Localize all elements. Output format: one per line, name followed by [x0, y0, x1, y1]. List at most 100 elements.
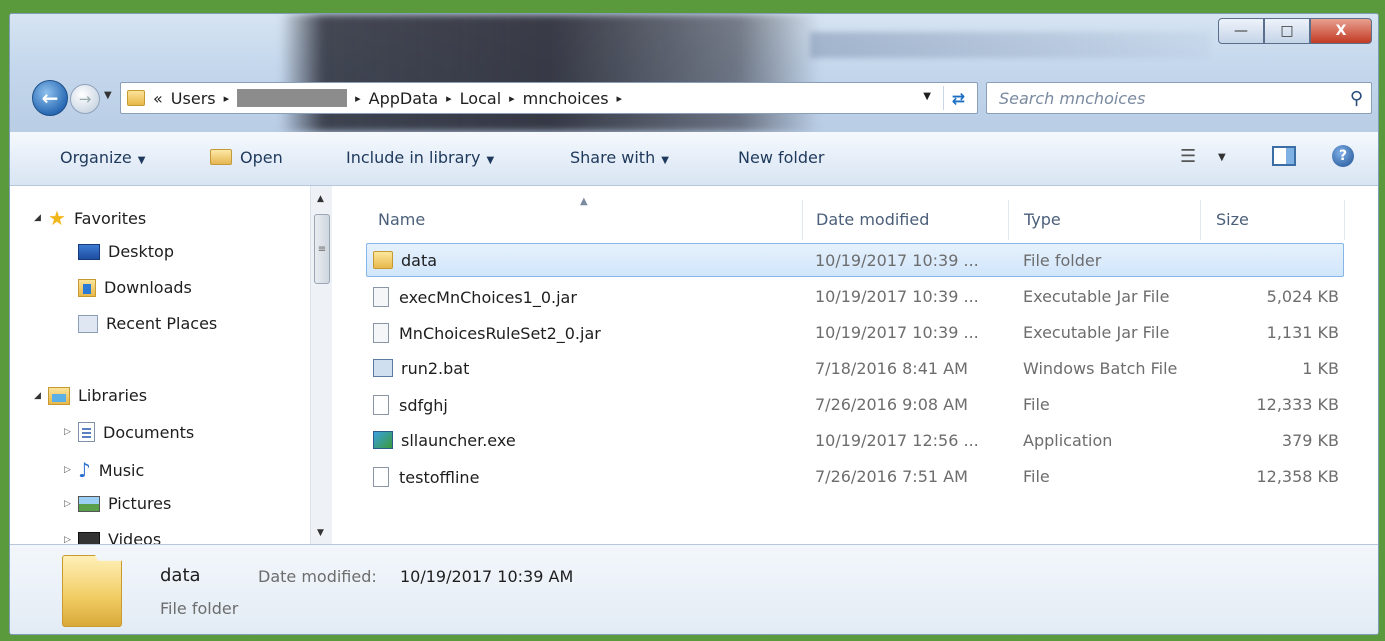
collapse-arrow-icon[interactable]: ▷	[64, 465, 78, 475]
column-header-date-modified[interactable]: Date modified	[816, 210, 929, 229]
music-icon: ♪	[78, 458, 91, 482]
column-divider[interactable]	[1200, 200, 1201, 240]
preview-pane-icon[interactable]	[1272, 146, 1296, 166]
expand-arrow-icon[interactable]: ◢	[34, 213, 48, 223]
file-row[interactable]: data 10/19/2017 10:39 ... File folder	[366, 243, 1344, 277]
jar-icon	[373, 287, 389, 307]
include-in-library-button[interactable]: Include in library ▼	[346, 148, 494, 167]
recent-places-icon	[78, 314, 98, 333]
breadcrumb-mnchoices[interactable]: mnchoices	[523, 89, 609, 108]
organize-button[interactable]: Organize ▼	[60, 148, 145, 167]
column-divider[interactable]	[1344, 200, 1345, 240]
breadcrumb-separator-icon[interactable]: ▸	[446, 92, 452, 105]
column-header-name[interactable]: Name	[378, 210, 425, 229]
star-icon: ★	[48, 206, 66, 230]
file-name: data	[373, 251, 437, 270]
file-icon	[373, 395, 389, 415]
nav-videos[interactable]: ▷ Videos	[64, 530, 161, 544]
file-row[interactable]: sllauncher.exe 10/19/2017 12:56 ... Appl…	[366, 423, 1344, 457]
navigation-pane: ◢ ★ Favorites Desktop Downloads Recent P…	[10, 186, 332, 544]
open-folder-icon	[210, 149, 232, 165]
share-with-button[interactable]: Share with ▼	[570, 148, 669, 167]
file-date: 7/26/2016 9:08 AM	[815, 395, 968, 414]
file-date: 7/18/2016 8:41 AM	[815, 359, 968, 378]
change-view-icon[interactable]: ☰	[1180, 146, 1196, 167]
column-divider[interactable]	[802, 200, 803, 240]
details-name: data	[160, 565, 201, 586]
minimize-button[interactable]: —	[1218, 18, 1264, 44]
address-bar[interactable]: « Users ▸ ▸ AppData ▸ Local ▸ mnchoices …	[120, 82, 978, 114]
open-label: Open	[240, 148, 283, 167]
sort-ascending-icon: ▲	[580, 196, 588, 207]
nav-libraries-label: Libraries	[78, 386, 148, 405]
new-folder-button[interactable]: New folder	[738, 148, 824, 167]
desktop-icon	[78, 243, 100, 260]
videos-icon	[78, 531, 100, 544]
file-date: 7/26/2016 7:51 AM	[815, 467, 968, 486]
nav-music[interactable]: ▷ ♪ Music	[64, 458, 144, 482]
window-controls: — □ X	[1218, 18, 1372, 44]
nav-documents-label: Documents	[103, 422, 195, 442]
open-button[interactable]: Open	[210, 148, 283, 167]
scroll-thumb[interactable]: ≡	[314, 214, 330, 284]
organize-label: Organize	[60, 148, 132, 167]
breadcrumb-separator-icon[interactable]: ▸	[509, 92, 515, 105]
documents-icon	[78, 422, 95, 442]
scroll-down-icon[interactable]: ▼	[317, 528, 324, 538]
file-row[interactable]: MnChoicesRuleSet2_0.jar 10/19/2017 10:39…	[366, 315, 1344, 349]
scroll-up-icon[interactable]: ▲	[317, 194, 324, 204]
breadcrumb-redacted-username[interactable]	[237, 89, 348, 107]
file-type: Application	[1023, 431, 1113, 450]
file-row[interactable]: sdfghj 7/26/2016 9:08 AM File 12,333 KB	[366, 387, 1344, 421]
nav-pictures[interactable]: ▷ Pictures	[64, 494, 171, 513]
file-type: File	[1023, 395, 1050, 414]
chevron-down-icon[interactable]: ▼	[1218, 152, 1226, 163]
collapse-arrow-icon[interactable]: ▷	[64, 499, 78, 509]
file-size: 12,358 KB	[1256, 467, 1339, 486]
details-date-label: Date modified:	[258, 567, 377, 586]
column-header-type[interactable]: Type	[1024, 210, 1061, 229]
title-bar: — □ X ← → ▼ « Users ▸ ▸ AppData ▸ Local …	[10, 14, 1378, 132]
forward-button[interactable]: →	[70, 84, 100, 114]
back-button[interactable]: ←	[32, 80, 68, 116]
breadcrumb-separator-icon[interactable]: ▸	[617, 92, 623, 105]
file-size: 1 KB	[1302, 359, 1339, 378]
nav-scrollbar[interactable]: ▲ ≡ ▼	[310, 186, 332, 544]
breadcrumb-separator-icon[interactable]: ▸	[224, 92, 230, 105]
breadcrumb-local[interactable]: Local	[460, 89, 501, 108]
refresh-icon[interactable]: ⇄	[943, 86, 973, 110]
expand-arrow-icon[interactable]: ◢	[34, 391, 48, 401]
nav-videos-label: Videos	[108, 530, 162, 544]
search-input[interactable]: Search mnchoices ⚲	[986, 82, 1372, 114]
column-divider[interactable]	[1008, 200, 1009, 240]
details-type: File folder	[160, 599, 239, 618]
search-icon[interactable]: ⚲	[1350, 88, 1363, 109]
nav-desktop[interactable]: Desktop	[78, 242, 174, 261]
file-size: 12,333 KB	[1256, 395, 1339, 414]
nav-favorites[interactable]: ◢ ★ Favorites	[34, 206, 146, 230]
nav-libraries[interactable]: ◢ Libraries	[34, 386, 147, 405]
file-row[interactable]: testoffline 7/26/2016 7:51 AM File 12,35…	[366, 459, 1344, 493]
maximize-button[interactable]: □	[1264, 18, 1310, 44]
collapse-arrow-icon[interactable]: ▷	[64, 535, 78, 545]
jar-icon	[373, 323, 389, 343]
help-icon[interactable]: ?	[1332, 145, 1354, 167]
nav-downloads[interactable]: Downloads	[78, 278, 192, 297]
breadcrumb-appdata[interactable]: AppData	[369, 89, 438, 108]
recent-pages-dropdown[interactable]: ▼	[104, 90, 112, 101]
nav-recent-places[interactable]: Recent Places	[78, 314, 217, 333]
file-size: 5,024 KB	[1266, 287, 1339, 306]
breadcrumb-separator-icon[interactable]: ▸	[355, 92, 361, 105]
nav-documents[interactable]: ▷ Documents	[64, 422, 194, 442]
file-date: 10/19/2017 10:39 ...	[815, 323, 979, 342]
breadcrumb-users[interactable]: Users	[171, 89, 216, 108]
address-overflow-chevron[interactable]: «	[153, 89, 163, 108]
column-header-size[interactable]: Size	[1216, 210, 1249, 229]
file-row[interactable]: execMnChoices1_0.jar 10/19/2017 10:39 ..…	[366, 279, 1344, 313]
file-row[interactable]: run2.bat 7/18/2016 8:41 AM Windows Batch…	[366, 351, 1344, 385]
chevron-down-icon: ▼	[486, 155, 495, 166]
close-button[interactable]: X	[1310, 18, 1372, 44]
navigation-row: ← → ▼ « Users ▸ ▸ AppData ▸ Local ▸ mnch…	[28, 80, 1378, 116]
collapse-arrow-icon[interactable]: ▷	[64, 427, 78, 437]
address-dropdown-icon[interactable]: ▼	[923, 91, 931, 102]
